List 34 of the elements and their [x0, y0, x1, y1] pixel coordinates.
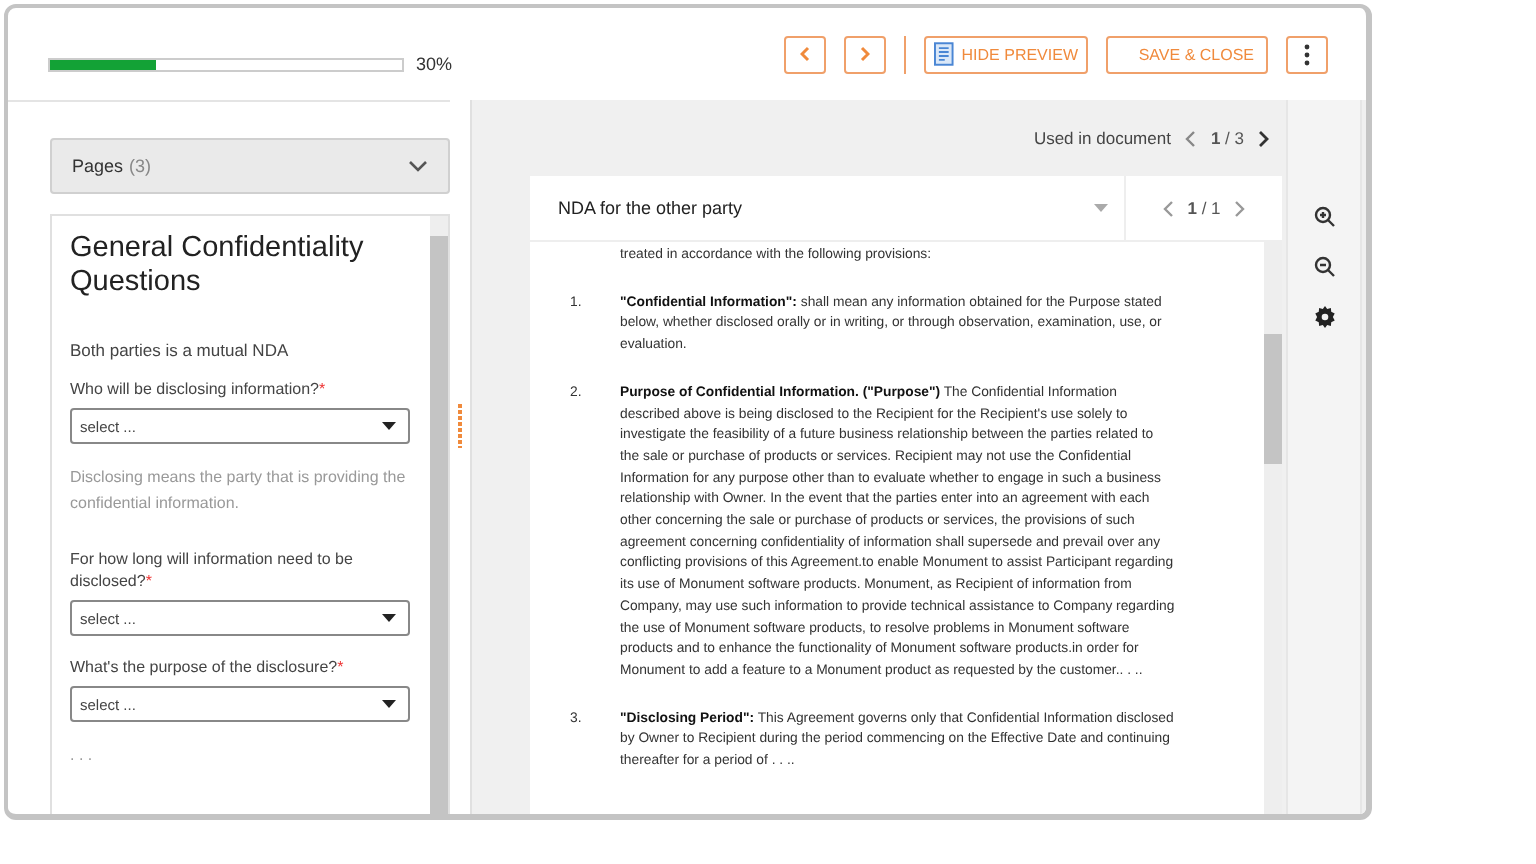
zoom-in-icon[interactable] [1313, 206, 1335, 228]
used-in-document-label: Used in document [1033, 128, 1171, 148]
document-icon [934, 42, 954, 66]
scrollbar[interactable] [1264, 242, 1282, 814]
chevron-down-icon [408, 160, 428, 172]
more-icon [1304, 43, 1310, 65]
chevron-right-icon[interactable] [1258, 129, 1270, 147]
caret-icon [382, 422, 396, 430]
caret-icon [382, 614, 396, 622]
hint-text: Disclosing means the party that is providing the confidential information. [70, 466, 408, 516]
settings-icon[interactable] [1313, 306, 1335, 328]
document-selector[interactable]: NDA for the other party [530, 176, 1126, 240]
question-label: Who will be disclosing information?* [70, 378, 328, 400]
resize-handle[interactable] [458, 404, 462, 448]
page-counter: 1 / 1 [1187, 198, 1221, 218]
caret-icon [382, 700, 396, 708]
caret-icon [1094, 204, 1108, 212]
more-button[interactable] [1286, 35, 1328, 73]
chevron-right-icon [860, 46, 870, 62]
hint-text: . . . [70, 744, 95, 768]
question-label: For how long will information need to be disclosed?* [70, 548, 355, 592]
form-text: Both parties is a mutual NDA [70, 340, 291, 360]
chevron-left-icon [800, 46, 810, 62]
back-button[interactable] [784, 35, 826, 73]
question-label: What's the purpose of the disclosure?* [70, 656, 346, 678]
progress-label: 30% [416, 54, 453, 74]
zoom-out-icon[interactable] [1313, 256, 1335, 278]
pages-dropdown[interactable]: Pages (3) [50, 138, 450, 194]
page-counter: 1 / 3 [1210, 128, 1244, 148]
form-title: General Confidentiality Questions [70, 232, 366, 300]
scrollbar[interactable] [430, 216, 448, 814]
chevron-left-icon[interactable] [1161, 199, 1174, 217]
forward-button[interactable] [844, 35, 886, 73]
chevron-left-icon[interactable] [1184, 129, 1197, 147]
